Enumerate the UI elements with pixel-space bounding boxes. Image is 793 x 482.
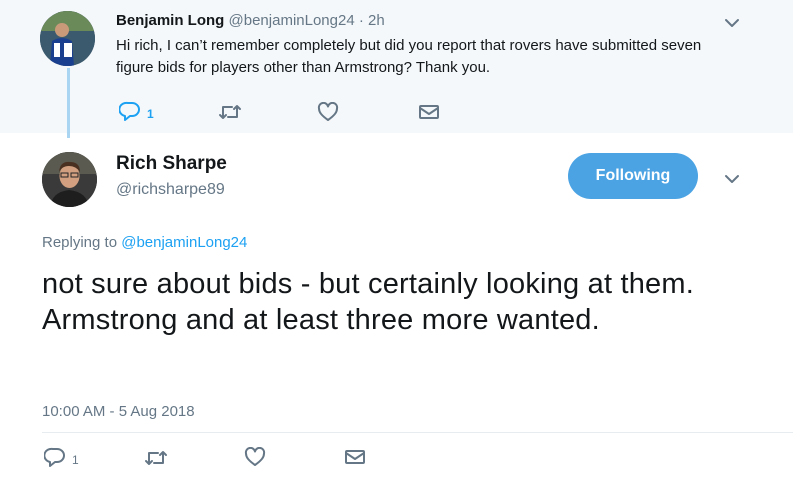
author-handle[interactable]: @richsharpe89	[116, 181, 225, 199]
tweet-timestamp[interactable]: 10:00 AM - 5 Aug 2018	[42, 403, 195, 420]
retweet-icon	[144, 449, 168, 472]
tweet-text: not sure about bids - but certainly look…	[42, 268, 694, 336]
retweet-button[interactable]	[218, 103, 242, 126]
chevron-down-icon[interactable]	[724, 17, 740, 29]
parent-tweet-header: Benjamin Long @benjaminLong24 · 2h	[116, 12, 385, 29]
reply-icon	[118, 101, 141, 126]
thread-connector-line	[67, 68, 70, 138]
retweet-icon	[218, 103, 242, 126]
replying-to-label: Replying to	[42, 234, 118, 251]
reply-count: 1	[147, 106, 154, 121]
tweet-timestamp[interactable]: 2h	[368, 12, 385, 29]
heart-icon	[244, 446, 266, 472]
author-name[interactable]: Rich Sharpe	[116, 153, 227, 175]
replying-to-line: Replying to @benjaminLong24	[42, 234, 247, 251]
envelope-icon	[344, 449, 366, 470]
heart-icon	[317, 101, 339, 127]
avatar[interactable]	[40, 11, 95, 66]
replying-to-handle-link[interactable]: @benjaminLong24	[121, 234, 247, 251]
following-button[interactable]: Following	[568, 153, 698, 199]
divider	[42, 432, 793, 433]
avatar[interactable]	[42, 152, 97, 207]
retweet-button[interactable]	[144, 449, 168, 472]
separator-dot: ·	[358, 12, 364, 29]
reply-count: 1	[72, 452, 79, 467]
direct-message-button[interactable]	[344, 449, 366, 470]
reply-icon	[43, 447, 66, 472]
chevron-down-icon[interactable]	[724, 173, 740, 185]
author-name[interactable]: Benjamin Long	[116, 12, 224, 29]
parent-tweet-text: Hi rich, I can’t remember completely but…	[116, 37, 702, 76]
reply-button[interactable]: 1	[43, 447, 79, 472]
direct-message-button[interactable]	[418, 104, 440, 125]
reply-button[interactable]: 1	[118, 101, 154, 126]
author-handle[interactable]: @benjaminLong24	[229, 12, 355, 29]
envelope-icon	[418, 104, 440, 125]
like-button[interactable]	[317, 101, 339, 127]
like-button[interactable]	[244, 446, 266, 472]
